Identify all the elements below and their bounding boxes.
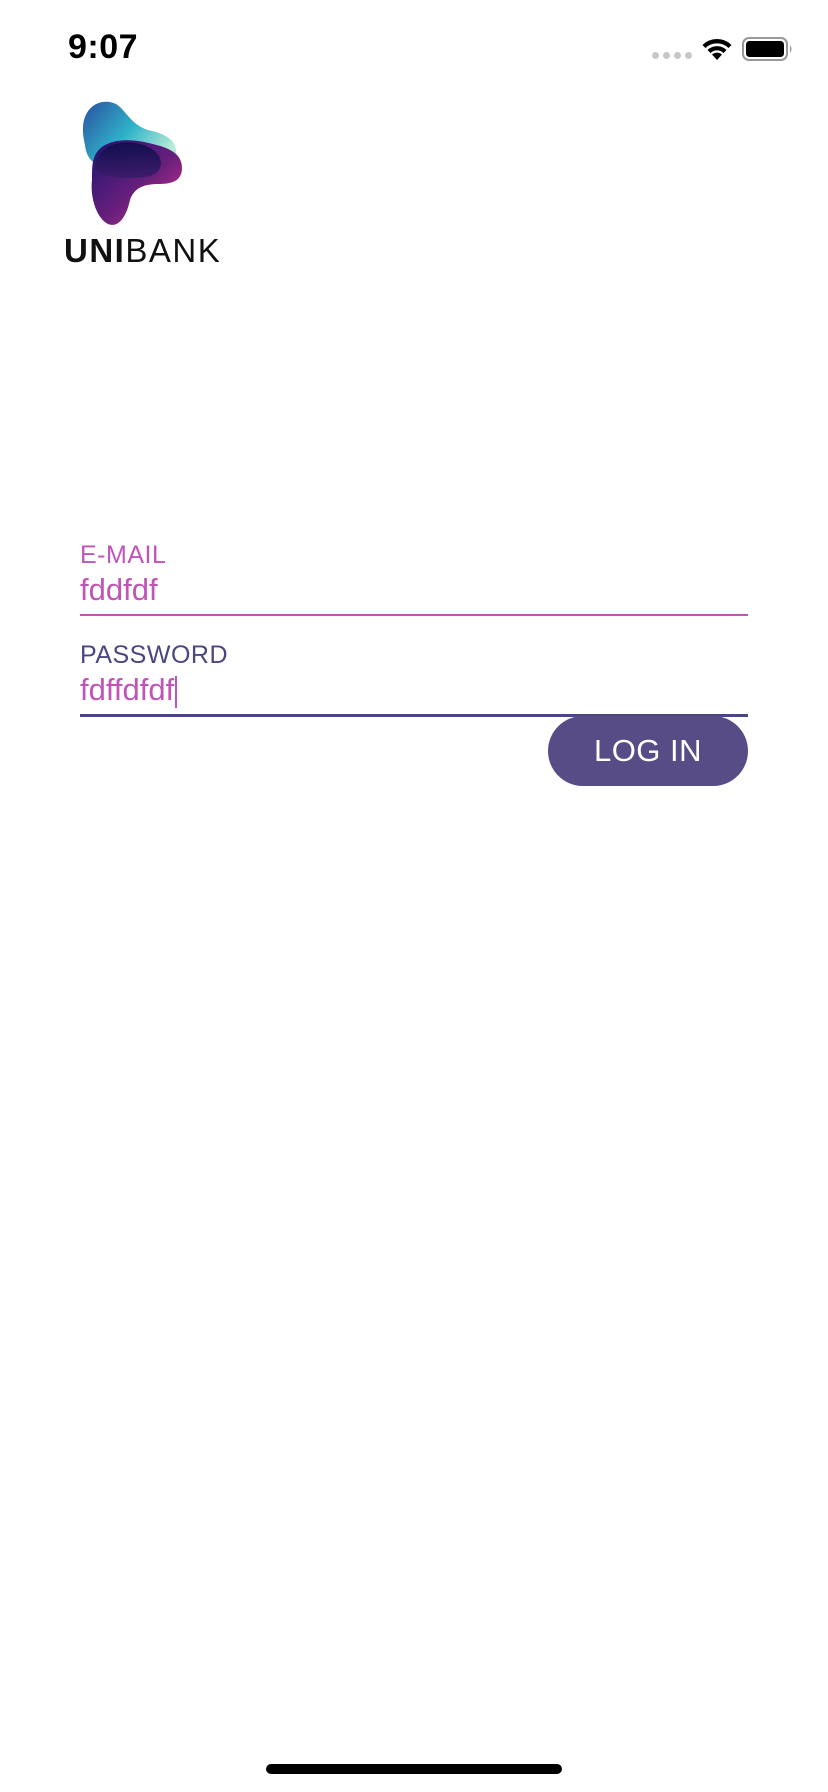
password-label: PASSWORD — [80, 641, 228, 669]
brand-name-light: BANK — [125, 232, 222, 269]
wifi-icon — [702, 38, 732, 60]
password-value: fdffdfdf — [80, 672, 175, 707]
logo-mark-icon — [82, 101, 182, 225]
home-indicator[interactable] — [266, 1764, 562, 1774]
email-input[interactable]: fddfdf — [80, 570, 748, 616]
email-label: E-MAIL — [80, 541, 167, 569]
brand-name-bold: UNI — [64, 232, 126, 269]
password-field[interactable]: PASSWORD fdffdfdf — [80, 640, 748, 717]
password-input[interactable]: fdffdfdf — [80, 670, 748, 717]
status-bar: 9:07 — [0, 0, 828, 100]
signal-icon — [652, 52, 692, 59]
brand-name: UNIBANK — [64, 232, 221, 270]
status-time: 9:07 — [68, 28, 139, 66]
email-field[interactable]: E-MAIL fddfdf — [80, 540, 748, 616]
battery-icon — [742, 37, 792, 61]
text-caret — [175, 675, 178, 708]
login-form: E-MAIL fddfdf PASSWORD fdffdfdf — [80, 540, 748, 717]
login-button[interactable]: LOG IN — [548, 716, 748, 786]
unibank-logo: UNIBANK — [64, 100, 220, 275]
